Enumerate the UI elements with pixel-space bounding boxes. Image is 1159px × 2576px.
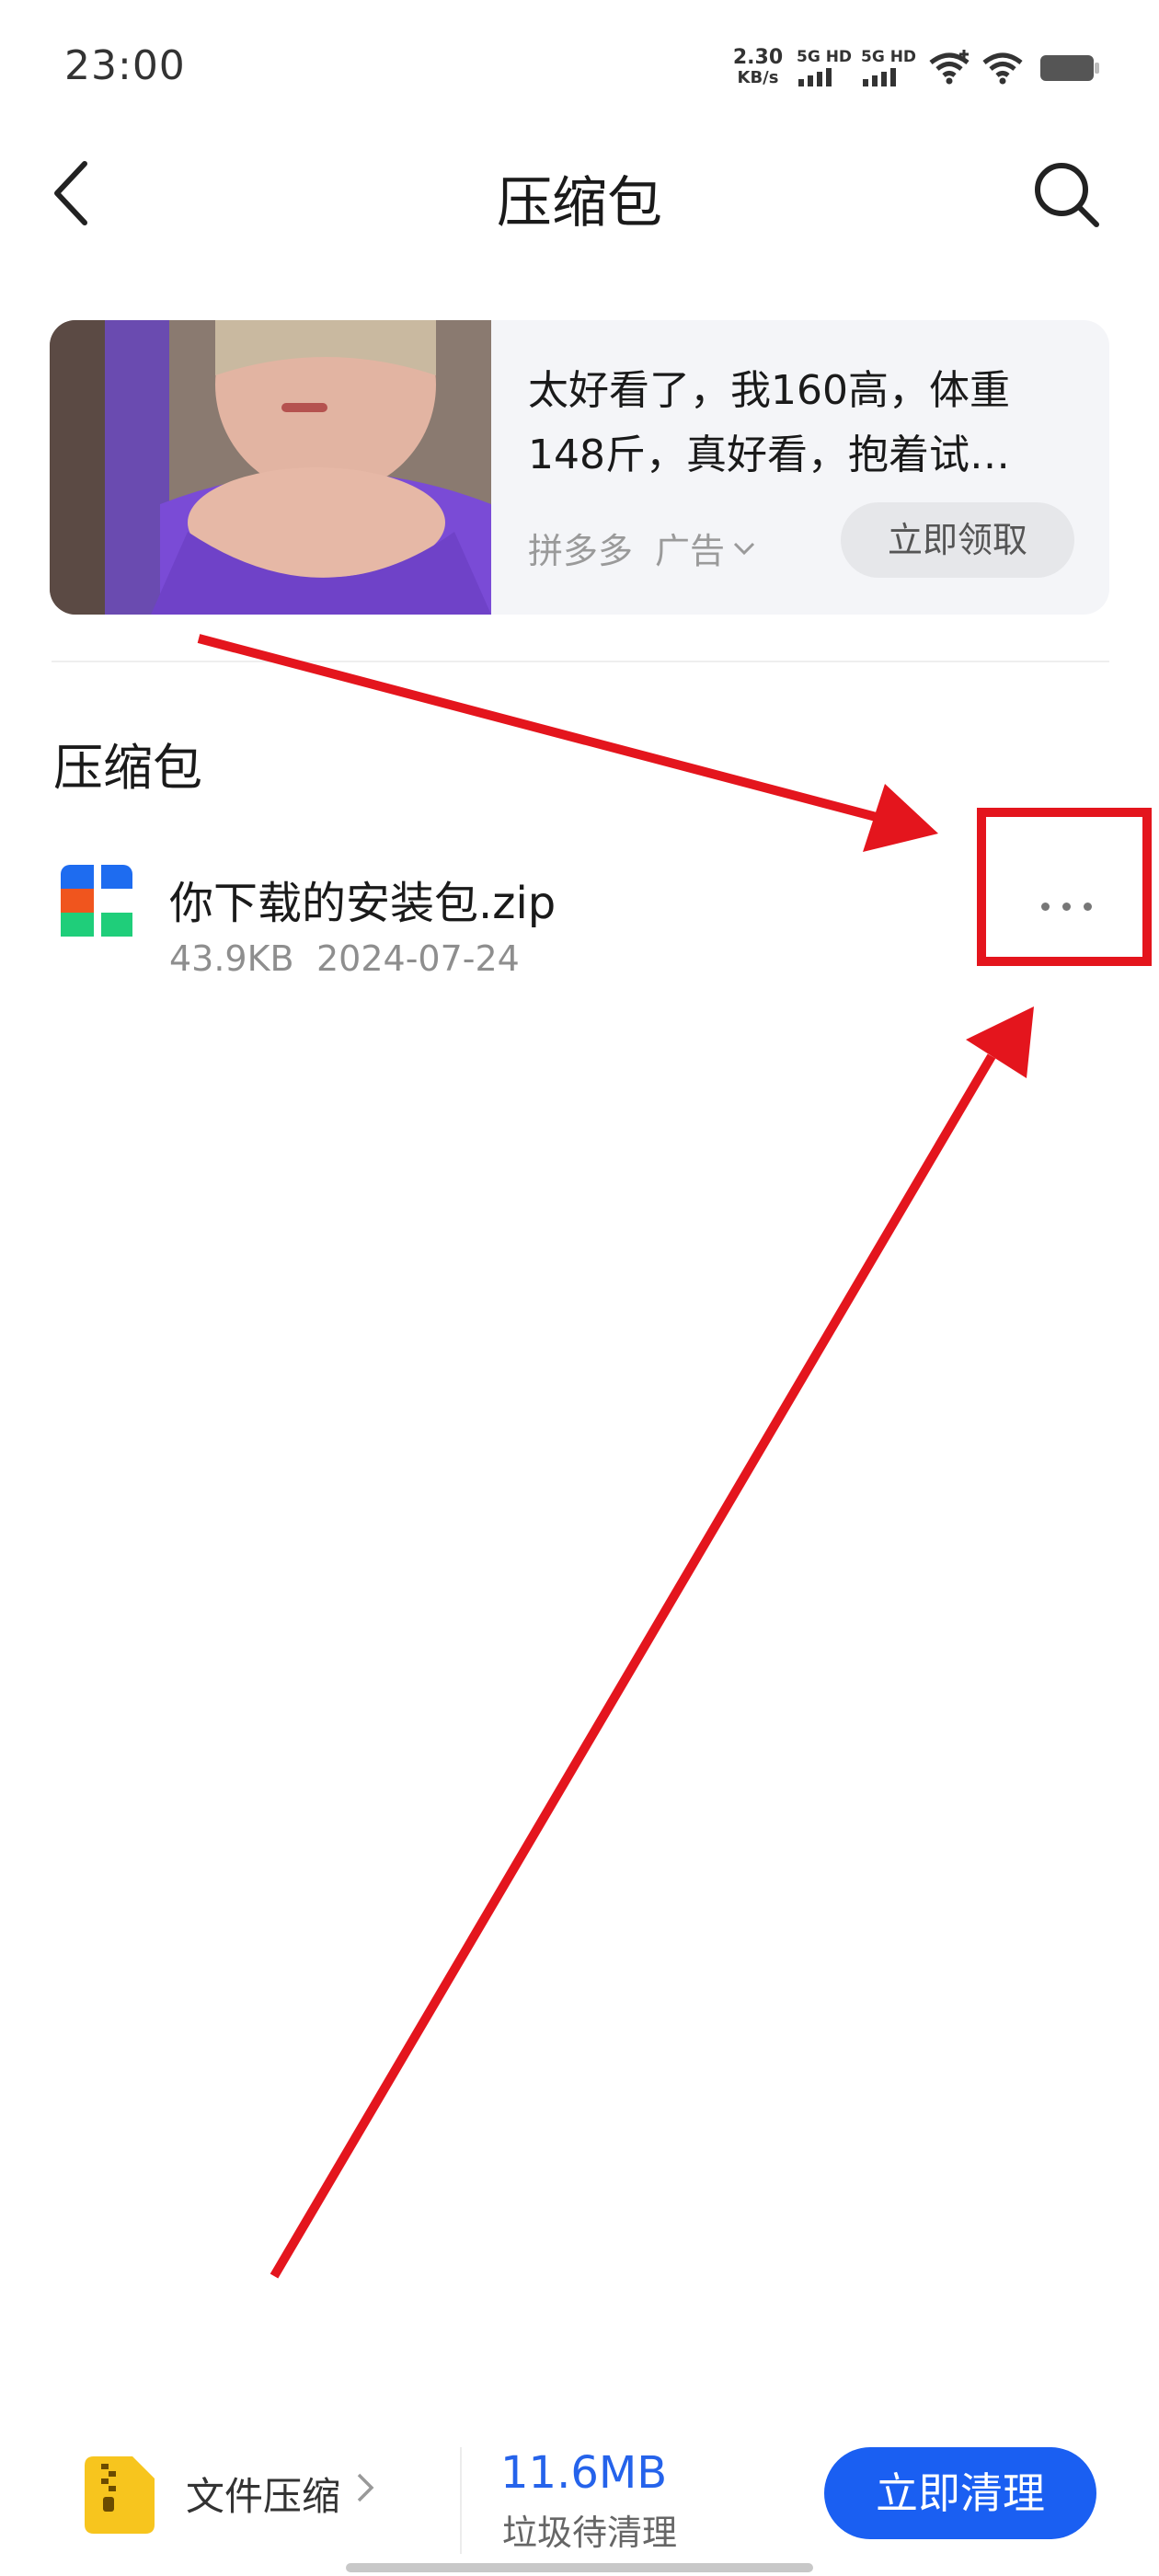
ad-claim-button[interactable]: 立即领取 (841, 502, 1074, 578)
page-title: 压缩包 (497, 171, 662, 236)
net-speed-value: 2.30 (732, 46, 784, 69)
annotation-arrow-line (270, 1053, 996, 2279)
junk-size: 11.6MB (500, 2447, 668, 2499)
section-title: 压缩包 (53, 739, 202, 797)
file-compress-link[interactable]: 文件压缩 (186, 2466, 340, 2522)
status-time: 23:00 (64, 42, 186, 89)
sim2-label: 5G HD (861, 48, 917, 66)
signal-bars-icon (798, 68, 832, 86)
battery-icon (1040, 55, 1099, 81)
signal-bars-icon (863, 68, 896, 86)
vertical-divider (460, 2447, 462, 2554)
annotation-arrow-head (966, 1006, 1034, 1078)
net-speed-unit: KB/s (737, 68, 779, 87)
annotation-arrow-head (863, 784, 938, 852)
clean-now-button[interactable]: 立即清理 (824, 2447, 1096, 2539)
ad-tag[interactable]: 广告 (655, 523, 756, 573)
ad-image[interactable] (50, 320, 491, 615)
chevron-down-icon (733, 542, 755, 555)
file-date: 2024-07-24 (316, 938, 520, 979)
chevron-right-icon (357, 2473, 374, 2502)
status-icons: 2.30 KB/s 5G HD 5G HD (732, 48, 1100, 90)
file-compress-app-icon[interactable] (85, 2456, 155, 2534)
ad-source: 拼多多 (528, 531, 634, 571)
divider (52, 661, 1109, 662)
ad-tag-label: 广告 (655, 531, 726, 571)
bottom-bar: 文件压缩 11.6MB 垃圾待清理 立即清理 (0, 2429, 1159, 2576)
wifi-plus-icon (929, 50, 970, 85)
wifi-icon (982, 52, 1023, 85)
ad-card[interactable]: 太好看了，我160高，体重148斤，真好看，抱着试… 拼多多 广告 立即领取 (50, 320, 1109, 615)
home-indicator[interactable] (346, 2563, 813, 2572)
search-icon[interactable] (1030, 158, 1104, 232)
ad-text[interactable]: 太好看了，我160高，体重148斤，真好看，抱着试… (528, 359, 1080, 488)
annotation-arrow-line (197, 634, 885, 823)
junk-label: 垃圾待清理 (502, 2513, 678, 2553)
annotation-highlight-box (977, 808, 1152, 966)
file-size: 43.9KB (169, 938, 294, 979)
sim1-label: 5G HD (797, 48, 853, 66)
file-name: 你下载的安装包.zip (169, 878, 557, 929)
net-speed: 2.30 KB/s (732, 48, 784, 88)
list-item[interactable]: 你下载的安装包.zip 43.9KB 2024-07-24 (50, 846, 1117, 984)
zip-file-icon (61, 865, 132, 937)
